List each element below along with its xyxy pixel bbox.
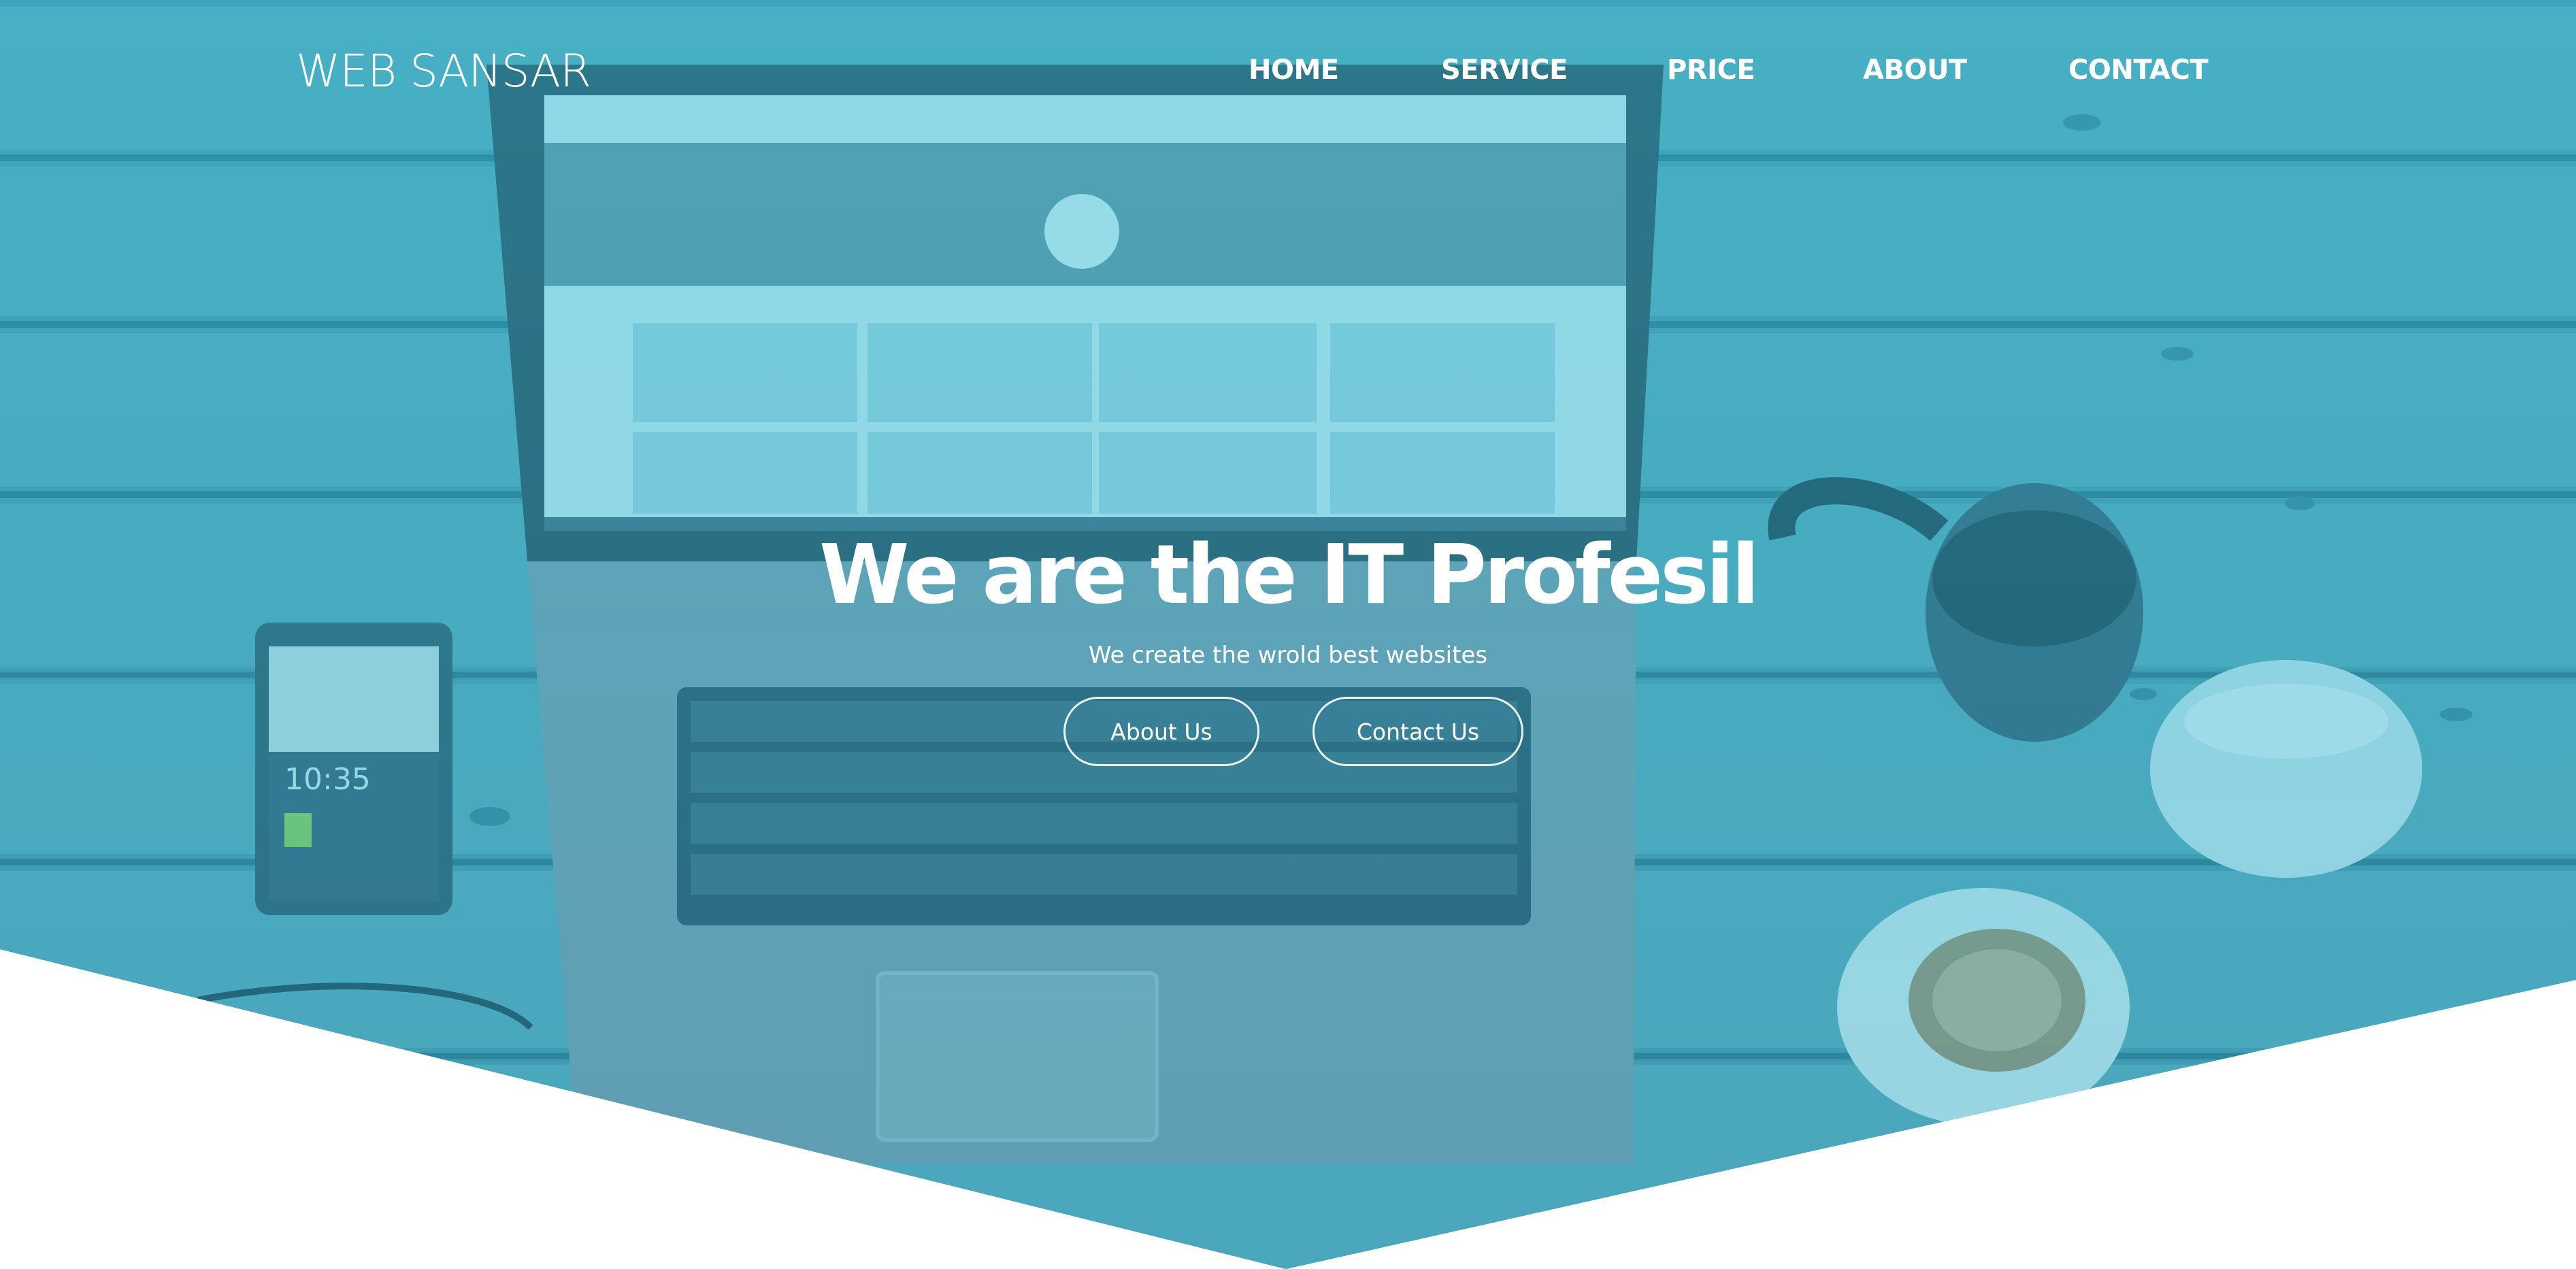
about-us-button[interactable]: About Us: [1063, 697, 1259, 766]
hero-color-overlay: [0, 0, 2576, 1269]
nav-item-home[interactable]: HOME: [1249, 54, 1339, 86]
hero-subheadline: We create the wrold best websites: [1088, 642, 1488, 669]
hero-headline: We are the IT Profesil: [819, 528, 1760, 623]
hero-section: 10:35: [0, 0, 2576, 1269]
nav-item-price[interactable]: PRICE: [1667, 54, 1755, 86]
main-navigation: HOME SERVICE PRICE ABOUT CONTACT: [0, 54, 2576, 95]
nav-item-about[interactable]: ABOUT: [1863, 54, 1967, 86]
contact-us-button[interactable]: Contact Us: [1312, 697, 1523, 766]
nav-item-service[interactable]: SERVICE: [1441, 54, 1568, 86]
landing-page: 10:35: [0, 0, 2576, 1269]
nav-item-contact[interactable]: CONTACT: [2068, 54, 2209, 86]
